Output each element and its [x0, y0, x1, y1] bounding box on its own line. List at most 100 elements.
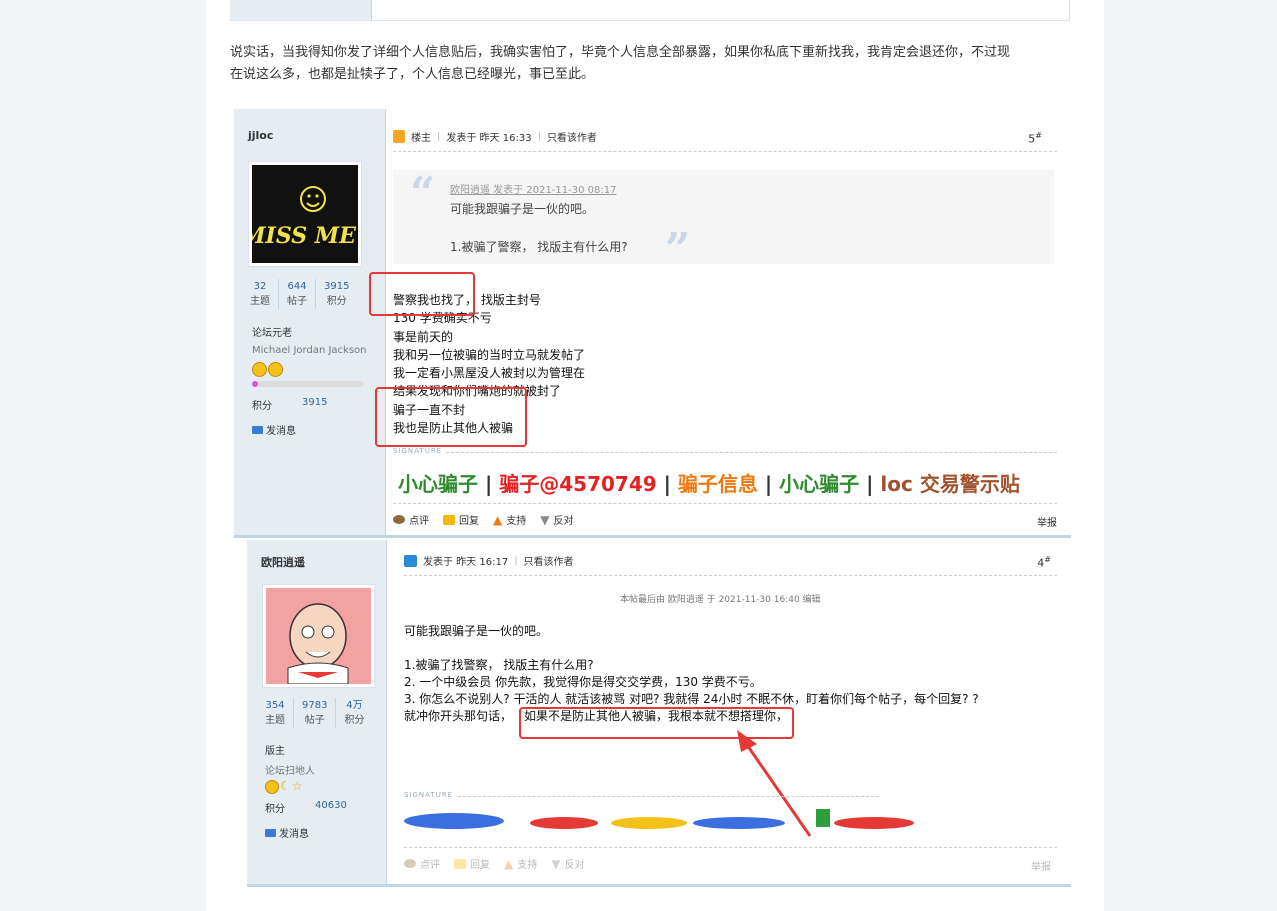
- stat-points[interactable]: 4万 积分: [336, 698, 372, 728]
- author-panel: jjloc MISS ME? 32主题 644帖子 3915积分 论坛元老 Mi…: [234, 109, 386, 535]
- points-value: 40630: [315, 800, 347, 811]
- stat-posts[interactable]: 9783 帖子: [294, 698, 337, 728]
- thumb-down-icon: ▼: [540, 512, 550, 527]
- article-line: 说实话，当我得知你发了详细个人信息贴后，我确实害怕了，毕竟个人信息全部暴露，如果…: [230, 45, 1011, 60]
- quote-line: 1.被骗了警察， 找版主有什么用?: [450, 240, 628, 254]
- quote-open-icon: “: [410, 168, 436, 219]
- reply-button[interactable]: 回复: [454, 856, 490, 871]
- article-line: 在说这么多，也都是扯犊子了，个人信息已经曝光，事已至此。: [230, 67, 595, 82]
- comment-button[interactable]: 点评: [404, 856, 440, 871]
- highlight-box: [375, 387, 527, 447]
- stat-points[interactable]: 3915 积分: [316, 279, 357, 309]
- points-label: 积分: [252, 401, 272, 412]
- body-line: 我一定看小黑屋没人被封以为管理在: [393, 366, 586, 381]
- signature-label: SIGNATURE: [404, 791, 454, 799]
- stat-posts[interactable]: 644 帖子: [279, 279, 316, 309]
- level-progress-bar: [252, 381, 364, 387]
- stat-threads[interactable]: 354 主题: [257, 698, 294, 728]
- floor-number[interactable]: 4#: [1037, 555, 1051, 570]
- forum-post-floor-4: 欧阳逍遥 354 主题 9783 帖子 4万 积分 版主 论坛扫地人 ☾ ☆ 积…: [247, 540, 1071, 887]
- rank-medals: [252, 362, 283, 377]
- body-line: 2. 一个中级会员 你先款，我觉得你是得交交学费，130 学费不亏。: [404, 675, 762, 689]
- quote-block: “ 欧阳逍遥 发表于 2021-11-30 08:17 可能我跟骗子是一伙的吧。…: [393, 168, 1054, 272]
- floor-number[interactable]: 5#: [1028, 131, 1042, 146]
- envelope-icon: [252, 425, 263, 434]
- highlight-box: [369, 272, 475, 316]
- thumb-up-icon: ▲: [493, 512, 503, 527]
- comment-button[interactable]: 点评: [393, 512, 429, 527]
- reply-icon: [443, 514, 455, 525]
- signature-links: 小心骗子 | 骗子@4570749 | 骗子信息 | 小心骗子 | loc 交易…: [398, 472, 1020, 496]
- stat-threads[interactable]: 32 主题: [242, 279, 279, 309]
- owner-badge-icon: [393, 130, 405, 143]
- google-logo-image: [404, 809, 914, 829]
- only-author-link[interactable]: 只看该作者: [524, 553, 574, 568]
- body-line: 3. 你怎么不说别人? 干活的人 就活该被骂 对吧? 我就得 24小时 不眠不休…: [404, 692, 979, 706]
- edit-note: 本帖最后由 欧阳逍遥 于 2021-11-30 16:40 编辑: [620, 595, 821, 605]
- author-custom-title: Michael Jordan Jackson: [252, 345, 367, 356]
- page-container: 说实话，当我得知你发了详细个人信息贴后，我确实害怕了，毕竟个人信息全部暴露，如果…: [206, 0, 1104, 911]
- send-message-link[interactable]: 发消息: [265, 825, 309, 840]
- send-message-link[interactable]: 发消息: [252, 422, 296, 437]
- report-link[interactable]: 举报: [1037, 514, 1057, 529]
- previous-post-sidebar: [230, 0, 372, 20]
- forum-post-floor-5: jjloc MISS ME? 32主题 644帖子 3915积分 论坛元老 Mi…: [234, 109, 1071, 538]
- signature-link[interactable]: 小心骗子: [398, 472, 478, 496]
- comment-icon: [393, 515, 405, 524]
- signature-label: SIGNATURE: [393, 447, 443, 455]
- rank-medals: ☾ ☆: [265, 780, 303, 794]
- support-button[interactable]: ▲ 支持: [493, 512, 526, 528]
- author-username[interactable]: jjloc: [248, 129, 273, 142]
- comment-icon: [404, 859, 416, 868]
- post-actions: 点评 回复 ▲ 支持 ▼ 反对: [404, 856, 584, 871]
- author-stats: 354 主题 9783 帖子 4万 积分: [257, 698, 372, 728]
- post-actions: 点评 回复 ▲ 支持 ▼ 反对: [393, 512, 573, 527]
- post-header: 楼主 | 发表于 昨天 16:33 | 只看该作者: [393, 129, 597, 144]
- avatar-miss-me-image: MISS ME?: [240, 165, 370, 263]
- post-icon: [404, 554, 417, 567]
- avatar[interactable]: [262, 584, 375, 688]
- signature-link[interactable]: 骗子@4570749: [499, 472, 656, 496]
- sun-icon: [265, 780, 279, 794]
- avatar-cartoon-image: [266, 588, 371, 685]
- quote-line: 可能我跟骗子是一伙的吧。: [450, 202, 595, 216]
- post-header: 发表于 昨天 16:17 | 只看该作者: [404, 553, 574, 568]
- avatar[interactable]: MISS ME?: [240, 161, 370, 267]
- oppose-button[interactable]: ▼ 反对: [540, 512, 573, 528]
- quote-close-icon: ”: [665, 224, 691, 275]
- author-rank: 论坛元老: [252, 328, 292, 339]
- envelope-icon: [265, 828, 276, 837]
- body-line: 我和另一位被骗的当时立马就发帖了: [393, 347, 586, 362]
- star-icon: ☆: [291, 779, 303, 793]
- moon-icon: ☾: [280, 779, 291, 793]
- signature-link[interactable]: loc 交易警示贴: [880, 472, 1019, 496]
- signature-link[interactable]: 骗子信息: [678, 472, 758, 496]
- previous-post-bottom: [230, 0, 1070, 21]
- reply-button[interactable]: 回复: [443, 512, 479, 527]
- medal-icon: [252, 362, 267, 377]
- post-time: 发表于 昨天 16:33: [446, 133, 532, 144]
- oppose-button[interactable]: ▼ 反对: [551, 856, 584, 872]
- thumb-up-icon: ▲: [504, 856, 514, 871]
- post-time: 发表于 昨天 16:17: [423, 557, 509, 568]
- report-link[interactable]: 举报: [1031, 858, 1051, 873]
- body-line: 可能我跟骗子是一伙的吧。: [404, 624, 549, 638]
- body-line: 事是前天的: [393, 329, 454, 344]
- avatar-text: MISS ME?: [252, 223, 358, 249]
- reply-icon: [454, 858, 466, 869]
- author-stats: 32 主题 644 帖子 3915 积分: [242, 279, 357, 309]
- signature-link[interactable]: 小心骗子: [779, 472, 859, 496]
- author-username[interactable]: 欧阳逍遥: [261, 554, 305, 570]
- support-button[interactable]: ▲ 支持: [504, 856, 537, 872]
- quote-source-link[interactable]: 欧阳逍遥 发表于 2021-11-30 08:17: [450, 181, 616, 196]
- author-panel: 欧阳逍遥 354 主题 9783 帖子 4万 积分 版主 论坛扫地人 ☾ ☆ 积…: [247, 540, 387, 884]
- medal-icon: [268, 362, 283, 377]
- points-value: 3915: [302, 397, 328, 408]
- owner-label: 楼主: [411, 133, 431, 144]
- body-line: 1.被骗了找警察， 找版主有什么用?: [404, 658, 594, 672]
- only-author-link[interactable]: 只看该作者: [547, 129, 597, 144]
- points-label: 积分: [265, 804, 285, 815]
- article-paragraph: 说实话，当我得知你发了详细个人信息贴后，我确实害怕了，毕竟个人信息全部暴露，如果…: [230, 42, 1078, 86]
- author-rank: 版主: [265, 746, 285, 757]
- author-custom-title: 论坛扫地人: [265, 766, 315, 777]
